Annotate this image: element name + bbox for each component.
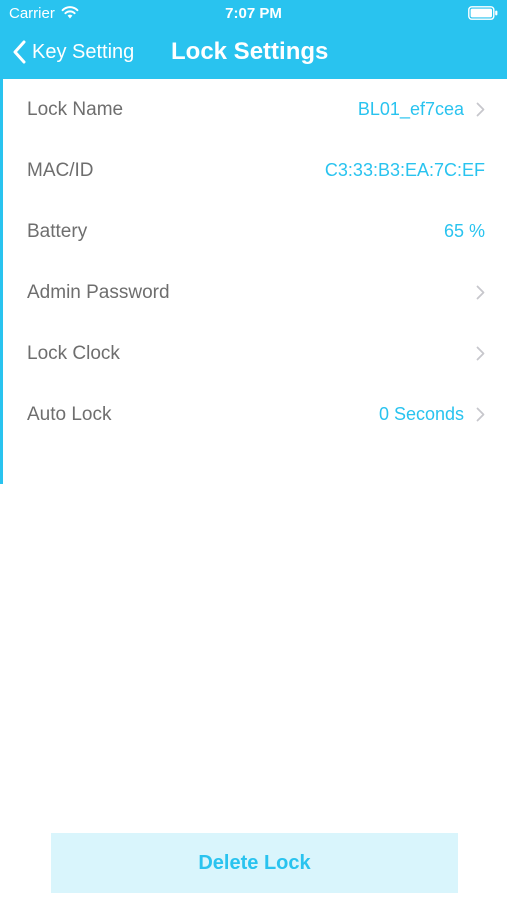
- status-time: 7:07 PM: [225, 5, 282, 22]
- delete-lock-button[interactable]: Delete Lock: [51, 833, 458, 893]
- back-button[interactable]: Key Setting: [12, 36, 134, 68]
- setting-label: Auto Lock: [27, 403, 112, 425]
- setting-right: [464, 285, 485, 300]
- setting-row-lock-name[interactable]: Lock Name BL01_ef7cea: [0, 79, 507, 140]
- page-title: Lock Settings: [171, 38, 329, 65]
- lock-settings-screen: Carrier 7:07 PM Key Setting Lock Setting…: [0, 0, 507, 900]
- settings-list: Lock Name BL01_ef7cea MAC/ID C3:33:B3:EA…: [0, 79, 507, 445]
- setting-right: 65 %: [444, 221, 485, 242]
- setting-label: Lock Name: [27, 98, 124, 120]
- setting-row-mac-id: MAC/ID C3:33:B3:EA:7C:EF: [0, 140, 507, 201]
- setting-row-battery: Battery 65 %: [0, 201, 507, 262]
- setting-right: BL01_ef7cea: [358, 99, 485, 120]
- setting-label: Lock Clock: [27, 342, 120, 364]
- setting-value: 0 Seconds: [378, 404, 464, 424]
- setting-right: 0 Seconds: [379, 404, 485, 425]
- status-bar: Carrier 7:07 PM: [0, 0, 507, 28]
- navigation-header: Carrier 7:07 PM Key Setting Lock Setting…: [0, 0, 507, 79]
- chevron-right-icon: [476, 346, 485, 361]
- setting-value: BL01_ef7cea: [357, 99, 464, 119]
- setting-label: Battery: [27, 220, 88, 242]
- setting-right: C3:33:B3:EA:7C:EF: [325, 160, 485, 181]
- battery-icon: [468, 6, 498, 20]
- back-label: Key Setting: [32, 40, 135, 63]
- delete-lock-label: Delete Lock: [198, 851, 311, 874]
- setting-row-auto-lock[interactable]: Auto Lock 0 Seconds: [0, 384, 507, 445]
- setting-label: MAC/ID: [27, 159, 94, 181]
- setting-label: Admin Password: [27, 281, 170, 303]
- chevron-right-icon: [476, 407, 485, 422]
- setting-value: C3:33:B3:EA:7C:EF: [324, 160, 485, 180]
- chevron-left-icon: [13, 40, 26, 64]
- chevron-right-icon: [476, 102, 485, 117]
- setting-row-lock-clock[interactable]: Lock Clock: [0, 323, 507, 384]
- setting-row-admin-password[interactable]: Admin Password: [0, 262, 507, 323]
- chevron-right-icon: [476, 285, 485, 300]
- setting-value: 65 %: [443, 221, 485, 241]
- setting-right: [464, 346, 485, 361]
